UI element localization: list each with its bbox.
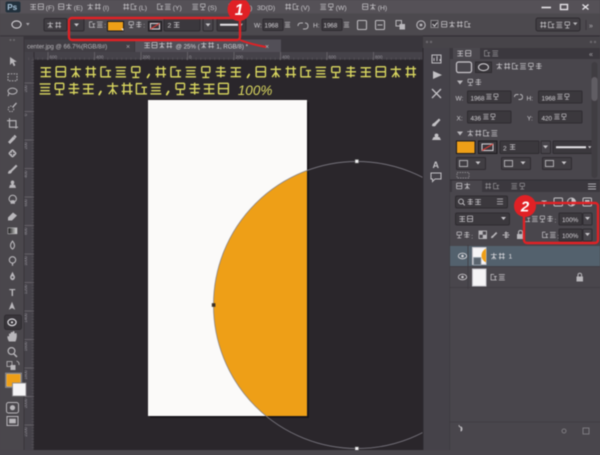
svg-text:420: 420 (542, 115, 553, 122)
svg-text:W:: W: (456, 96, 464, 103)
svg-text:1: 1 (235, 2, 244, 19)
svg-text:(V): (V) (301, 5, 310, 12)
svg-text:H:: H: (313, 22, 320, 29)
svg-text:(S): (S) (208, 5, 217, 12)
svg-text:2: 2 (520, 199, 530, 216)
svg-text:W:: W: (254, 22, 262, 29)
svg-text::: : (471, 234, 473, 241)
svg-text:A: A (433, 160, 440, 170)
svg-text:436: 436 (471, 115, 482, 122)
svg-text:(L): (L) (139, 5, 147, 12)
svg-text:(H): (H) (378, 5, 387, 12)
svg-text:»: » (589, 23, 593, 30)
svg-text:100%: 100% (562, 217, 579, 224)
svg-text:(Y): (Y) (173, 5, 182, 12)
svg-text:1968: 1968 (265, 22, 279, 29)
svg-text::: : (143, 23, 145, 30)
svg-text:center.jpg @ 66.7%(RGB/8#): center.jpg @ 66.7%(RGB/8#) (27, 44, 107, 51)
svg-text:(E): (E) (74, 5, 83, 12)
svg-text:Ps: Ps (7, 3, 17, 12)
svg-text:H:: H: (527, 96, 534, 103)
svg-text:1968: 1968 (324, 22, 338, 29)
svg-text:1: 1 (509, 254, 513, 261)
svg-text:X:: X: (457, 116, 463, 123)
svg-text::: : (555, 218, 557, 225)
svg-text:(I): (I) (103, 5, 109, 12)
svg-text:1968: 1968 (471, 95, 486, 102)
svg-text:100%: 100% (562, 233, 579, 240)
svg-text:100%: 100% (238, 83, 273, 98)
svg-text:2: 2 (168, 23, 172, 30)
svg-text:Y:: Y: (527, 116, 533, 123)
svg-text:3D(D): 3D(D) (257, 5, 275, 12)
svg-text:T: T (9, 288, 15, 299)
svg-text:×: × (126, 44, 130, 51)
svg-text:«: « (589, 52, 593, 59)
svg-text::: : (104, 23, 106, 30)
svg-text:1, RGB/8) *: 1, RGB/8) * (216, 44, 248, 51)
svg-text:(F): (F) (46, 5, 55, 12)
svg-text:2: 2 (503, 145, 507, 152)
svg-text:@ 25% (: @ 25% ( (176, 44, 201, 51)
svg-text:1968: 1968 (542, 95, 557, 102)
svg-text:(W): (W) (336, 5, 347, 12)
